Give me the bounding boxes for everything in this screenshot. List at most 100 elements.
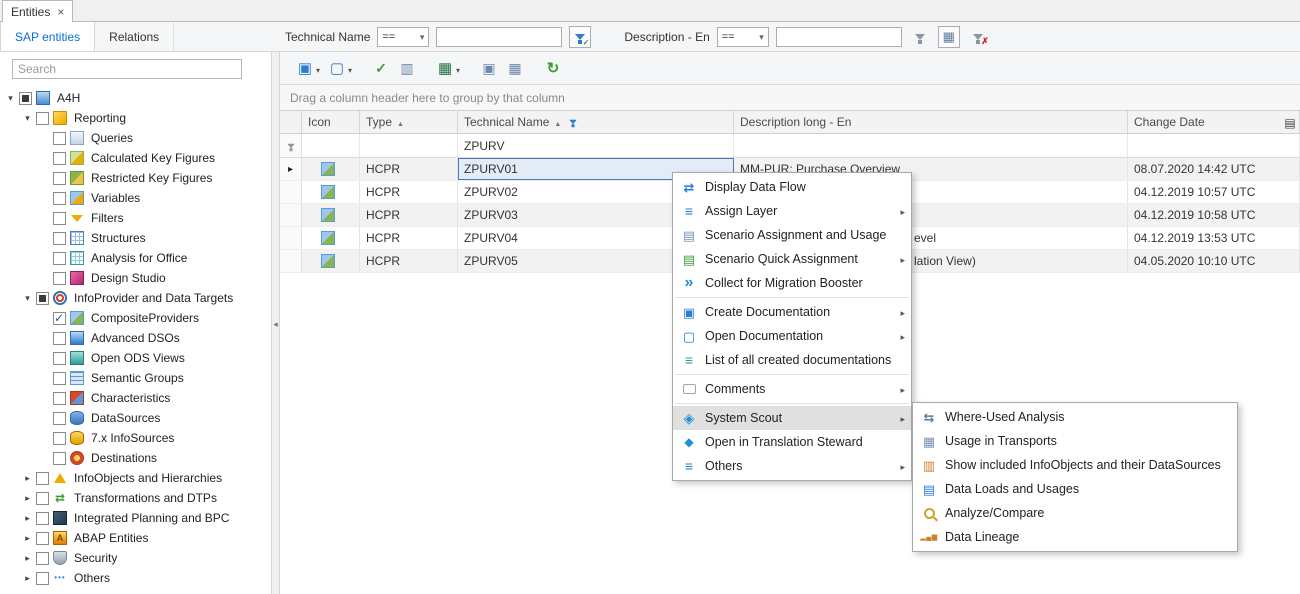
cell-change-date[interactable]: 08.07.2020 14:42 UTC: [1128, 158, 1300, 180]
filter-editor-button[interactable]: [938, 26, 960, 48]
cell-icon[interactable]: [302, 227, 360, 249]
expand-arrow-icon[interactable]: [21, 494, 34, 503]
sidebar-item-integrated-planning-and-bpc[interactable]: Integrated Planning and BPC: [0, 508, 271, 528]
column-chooser-icon[interactable]: [1281, 114, 1299, 132]
expand-arrow-icon[interactable]: [21, 554, 34, 563]
columns-button[interactable]: [396, 56, 418, 80]
sidebar-item-security[interactable]: Security: [0, 548, 271, 568]
sidebar-item-characteristics[interactable]: Characteristics: [0, 388, 271, 408]
copy-button[interactable]: [478, 56, 500, 80]
menu-item-assign-layer[interactable]: Assign Layer: [673, 199, 911, 223]
checkbox-advanced-dsos[interactable]: [53, 332, 66, 345]
layout-button[interactable]: [504, 56, 526, 80]
menu-item-open-in-translation-steward[interactable]: Open in Translation Steward: [673, 430, 911, 454]
sidebar-item-transformations-and-dtps[interactable]: Transformations and DTPs: [0, 488, 271, 508]
sidebar-item-variables[interactable]: Variables: [0, 188, 271, 208]
checkbox-integrated-planning-and-bpc[interactable]: [36, 512, 49, 525]
collapse-arrow-icon[interactable]: [21, 114, 34, 123]
checkbox-filters[interactable]: [53, 212, 66, 225]
cell-type[interactable]: HCPR: [360, 227, 458, 249]
checkbox-structures[interactable]: [53, 232, 66, 245]
sidebar-item-infoprovider-and-data-targets[interactable]: InfoProvider and Data Targets: [0, 288, 271, 308]
checkbox-datasources[interactable]: [53, 412, 66, 425]
column-header-change-date[interactable]: Change Date: [1128, 111, 1300, 133]
description-operator-select[interactable]: ==: [717, 27, 769, 47]
sidebar-item-calculated-key-figures[interactable]: Calculated Key Figures: [0, 148, 271, 168]
sidebar-item-structures[interactable]: Structures: [0, 228, 271, 248]
menu-item-data-loads-and-usages[interactable]: Data Loads and Usages: [913, 477, 1237, 501]
column-header-type[interactable]: Type: [360, 111, 458, 133]
cell-change-date[interactable]: 04.12.2019 10:57 UTC: [1128, 181, 1300, 203]
collapse-arrow-icon[interactable]: [21, 294, 34, 303]
menu-item-comments[interactable]: Comments: [673, 377, 911, 401]
collapse-panel-icon[interactable]: [273, 316, 278, 330]
cell-type[interactable]: HCPR: [360, 181, 458, 203]
tab-entities[interactable]: Entities: [2, 0, 73, 22]
expand-arrow-icon[interactable]: [21, 574, 34, 583]
cell-icon[interactable]: [302, 181, 360, 203]
menu-item-scenario-assignment-and-usage[interactable]: Scenario Assignment and Usage: [673, 223, 911, 247]
sidebar-item-open-ods-views[interactable]: Open ODS Views: [0, 348, 271, 368]
menu-item-list-of-all-created-documentations[interactable]: List of all created documentations: [673, 348, 911, 372]
filter-cell-description-long-en[interactable]: [734, 134, 1128, 157]
checkbox-compositeproviders[interactable]: [53, 312, 66, 325]
search-input[interactable]: [12, 59, 242, 79]
create-documentation-button[interactable]: [294, 56, 322, 80]
menu-item-collect-for-migration-booster[interactable]: Collect for Migration Booster: [673, 271, 911, 295]
checkbox-calculated-key-figures[interactable]: [53, 152, 66, 165]
checkbox-abap-entities[interactable]: [36, 532, 49, 545]
menu-item-system-scout[interactable]: System Scout: [673, 406, 911, 430]
filter-cell-change-date[interactable]: [1128, 134, 1300, 157]
technical-name-operator-select[interactable]: ==: [377, 27, 429, 47]
refresh-button[interactable]: [542, 56, 564, 80]
cell-icon[interactable]: [302, 204, 360, 226]
checkbox-destinations[interactable]: [53, 452, 66, 465]
expand-arrow-icon[interactable]: [21, 534, 34, 543]
export-excel-button[interactable]: [434, 56, 462, 80]
sidebar-item-analysis-for-office[interactable]: Analysis for Office: [0, 248, 271, 268]
expand-arrow-icon[interactable]: [21, 514, 34, 523]
tab-sap-entities[interactable]: SAP entities: [0, 22, 95, 51]
filter-cell-technical-name[interactable]: ZPURV: [458, 134, 734, 157]
open-documentation-button[interactable]: [326, 56, 354, 80]
cell-change-date[interactable]: 04.12.2019 10:58 UTC: [1128, 204, 1300, 226]
filter-cell-type[interactable]: [360, 134, 458, 157]
checkbox-a4h[interactable]: [19, 92, 32, 105]
cell-icon[interactable]: [302, 250, 360, 272]
sidebar-item-7-x-infosources[interactable]: 7.x InfoSources: [0, 428, 271, 448]
checkbox-others[interactable]: [36, 572, 49, 585]
tab-relations[interactable]: Relations: [95, 22, 174, 51]
checkbox-security[interactable]: [36, 552, 49, 565]
menu-item-show-included-infoobjects-and-their-datasources[interactable]: Show included InfoObjects and their Data…: [913, 453, 1237, 477]
filter-button[interactable]: [909, 26, 931, 48]
checkbox-characteristics[interactable]: [53, 392, 66, 405]
filter-cell-icon[interactable]: [302, 134, 360, 157]
sidebar-item-datasources[interactable]: DataSources: [0, 408, 271, 428]
menu-item-create-documentation[interactable]: Create Documentation: [673, 300, 911, 324]
checkbox-restricted-key-figures[interactable]: [53, 172, 66, 185]
checkbox-infoprovider-and-data-targets[interactable]: [36, 292, 49, 305]
sidebar-item-abap-entities[interactable]: ABAP Entities: [0, 528, 271, 548]
menu-item-where-used-analysis[interactable]: Where-Used Analysis: [913, 405, 1237, 429]
menu-item-scenario-quick-assignment[interactable]: Scenario Quick Assignment: [673, 247, 911, 271]
sidebar-item-semantic-groups[interactable]: Semantic Groups: [0, 368, 271, 388]
checkbox-design-studio[interactable]: [53, 272, 66, 285]
cell-type[interactable]: HCPR: [360, 204, 458, 226]
edit-check-button[interactable]: [370, 56, 392, 80]
cell-change-date[interactable]: 04.12.2019 13:53 UTC: [1128, 227, 1300, 249]
checkbox-analysis-for-office[interactable]: [53, 252, 66, 265]
menu-item-open-documentation[interactable]: Open Documentation: [673, 324, 911, 348]
checkbox-reporting[interactable]: [36, 112, 49, 125]
sidebar-item-infoobjects-and-hierarchies[interactable]: InfoObjects and Hierarchies: [0, 468, 271, 488]
sidebar-item-queries[interactable]: Queries: [0, 128, 271, 148]
checkbox-7-x-infosources[interactable]: [53, 432, 66, 445]
splitter[interactable]: [272, 52, 280, 594]
cell-type[interactable]: HCPR: [360, 158, 458, 180]
menu-item-data-lineage[interactable]: Data Lineage: [913, 525, 1237, 549]
description-filter-input[interactable]: [776, 27, 902, 47]
sidebar-item-others[interactable]: Others: [0, 568, 271, 588]
column-header-technical-name[interactable]: Technical Name: [458, 111, 734, 133]
column-header-description-long-en[interactable]: Description long - En: [734, 111, 1128, 133]
menu-item-others[interactable]: Others: [673, 454, 911, 478]
checkbox-queries[interactable]: [53, 132, 66, 145]
